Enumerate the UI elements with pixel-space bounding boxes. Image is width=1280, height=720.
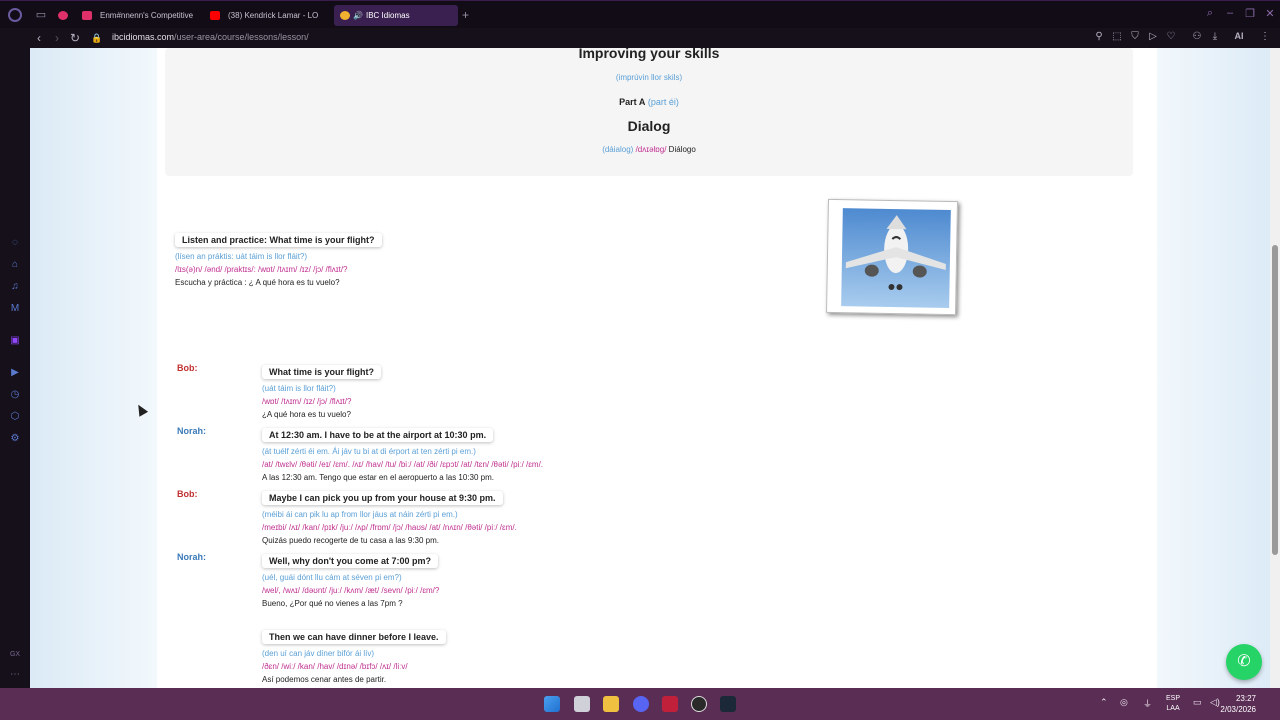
intro-block: Listen and practice: What time is your f…	[175, 230, 382, 291]
lesson-content: Improving your skills (imprúvin llor ski…	[157, 48, 1157, 688]
profile-icon[interactable]: ⚇	[1190, 31, 1204, 42]
gx-logo-icon: GX	[9, 651, 21, 658]
forward-icon[interactable]: ›	[50, 31, 64, 45]
part-label: Part A (part éi)	[619, 97, 679, 107]
microphone-icon[interactable]: ⏚	[1143, 697, 1152, 710]
ai-button[interactable]: AI	[1228, 31, 1250, 41]
player-icon[interactable]: ♫	[8, 280, 22, 294]
snapshot-icon[interactable]: ⬚	[1110, 31, 1124, 42]
dialog-line: What time is your flight? (uát táim is l…	[262, 362, 381, 423]
settings-icon[interactable]: ⚙	[8, 432, 22, 446]
steam-icon[interactable]	[720, 696, 736, 712]
intro-ipa: /lɪs(ə)n/ /ənd/ /praktɪs/: /wɒt/ /tʌɪm/ …	[175, 265, 348, 274]
network-icon[interactable]: ▭	[1193, 697, 1202, 708]
close-icon[interactable]: ✕	[1262, 7, 1278, 20]
ibc-favicon-icon	[340, 11, 350, 20]
speaker-label: Norah:	[177, 426, 206, 436]
video-icon[interactable]: ▶	[8, 366, 22, 380]
airplane-photo	[826, 198, 958, 316]
lesson-title: Improving your skills	[578, 48, 720, 61]
address-bar-row: ‹ › ↻ 🔒 ibcidiomas.com/user-area/course/…	[0, 28, 1280, 48]
lesson-title-pronunciation: (imprúvin llor skils)	[615, 73, 683, 82]
tab-competitive[interactable]: Enm#nnenn's Competitive	[76, 5, 200, 26]
page-scrollbar[interactable]	[1270, 48, 1280, 688]
file-explorer-icon[interactable]	[603, 696, 619, 712]
bookmark-icon[interactable]: ⚲	[1092, 31, 1106, 42]
dialog-audio-phrase[interactable]: Then we can have dinner before I leave.	[262, 630, 446, 644]
heart-icon[interactable]: ♡	[1164, 31, 1178, 42]
speaker-label: Bob:	[177, 489, 198, 499]
speaker-label: Bob:	[177, 363, 198, 373]
opera-gx-taskbar-icon[interactable]	[662, 696, 678, 712]
language-indicator[interactable]: ESP LAA	[1166, 694, 1180, 714]
browser-tab-bar: ▭ Enm#nnenn's Competitive (38) Kendrick …	[0, 0, 1280, 28]
dialog-title-translation: (dáialog) /dʌɪəlɒg/ Diálogo	[602, 145, 696, 154]
task-view-icon[interactable]	[574, 696, 590, 712]
volume-icon[interactable]: ◁)	[1210, 697, 1220, 708]
airplane-icon	[845, 215, 946, 291]
discord-icon[interactable]	[633, 696, 649, 712]
mouse-cursor	[133, 402, 149, 417]
tab-favicon-icon	[82, 11, 92, 20]
gx-corner-icon[interactable]: ⌂	[8, 258, 22, 272]
play-icon[interactable]: ▷	[1146, 31, 1160, 42]
gx-control-icon[interactable]: ◌	[8, 236, 22, 250]
download-icon[interactable]: ⤓	[1208, 31, 1222, 42]
url-field[interactable]: ibcidiomas.com/user-area/course/lessons/…	[112, 32, 309, 42]
scrollbar-thumb[interactable]	[1272, 245, 1278, 555]
history-icon[interactable]: ◷	[8, 388, 22, 402]
restore-icon[interactable]: ❐	[1242, 7, 1258, 20]
youtube-icon	[210, 11, 220, 20]
web-page: Improving your skills (imprúvin llor ski…	[30, 48, 1280, 688]
lock-icon: 🔒	[91, 33, 103, 43]
pinned-tab[interactable]	[52, 5, 74, 26]
opera-gx-logo-icon[interactable]	[8, 8, 22, 22]
windows-start-icon[interactable]	[544, 696, 560, 712]
speaker-icon[interactable]: 🔊	[353, 5, 363, 26]
dialog-audio-phrase[interactable]: What time is your flight?	[262, 365, 381, 379]
intro-audio-phrase[interactable]: Listen and practice: What time is your f…	[175, 233, 382, 247]
browser-sidebar: ◌ ⌂ ♫ M ▣ ▶ ◷ ⬡ ⚙ GX ⋯	[0, 48, 30, 688]
tab-islands-icon[interactable]: ▭	[34, 8, 48, 22]
lesson-header: Improving your skills (imprúvin llor ski…	[165, 48, 1133, 176]
intro-pronunciation: (lísen an práktis: uát táim is llor flái…	[175, 252, 308, 261]
reload-icon[interactable]: ↻	[68, 31, 82, 45]
menu-icon[interactable]: ⋮	[1258, 31, 1272, 42]
tab-youtube[interactable]: (38) Kendrick Lamar - LO	[204, 5, 328, 26]
dialog-line: At 12:30 am. I have to be at the airport…	[262, 428, 544, 482]
dialog-line: Maybe I can pick you up from your house …	[262, 491, 517, 545]
minimize-icon[interactable]: –	[1222, 7, 1238, 19]
back-icon[interactable]: ‹	[32, 31, 46, 45]
dialog-line: Then we can have dinner before I leave. …	[262, 627, 446, 688]
extensions-icon[interactable]: ⬡	[8, 410, 22, 424]
whatsapp-button[interactable]: ✆	[1226, 644, 1262, 680]
github-icon[interactable]	[691, 696, 707, 712]
speaker-label: Norah:	[177, 552, 206, 562]
shield-icon[interactable]: ⛉	[1128, 31, 1142, 42]
dialog-audio-phrase[interactable]: Maybe I can pick you up from your house …	[262, 491, 503, 505]
dialog-title: Dialog	[627, 118, 671, 134]
tab-ibc-idiomas[interactable]: 🔊 IBC Idiomas	[334, 5, 458, 26]
more-icon[interactable]: ⋯	[8, 668, 22, 682]
search-tabs-icon[interactable]: ⌕	[1202, 7, 1218, 20]
twitch-icon[interactable]: ▣	[8, 334, 22, 348]
messenger-icon[interactable]: M	[8, 302, 22, 316]
tray-chevron-icon[interactable]: ⌃	[1100, 697, 1108, 708]
intro-translation: Escucha y práctica : ¿ A qué hora es tu …	[175, 278, 340, 287]
dialog-line: Well, why don't you come at 7:00 pm? (ué…	[262, 554, 440, 608]
windows-taskbar: ⌃ ◎ ⏚ ESP LAA ▭ ◁) 23:27 2/03/2026	[0, 688, 1280, 720]
dialog-audio-phrase[interactable]: At 12:30 am. I have to be at the airport…	[262, 428, 494, 442]
tray-app-icon[interactable]: ◎	[1120, 697, 1128, 708]
dialog-audio-phrase[interactable]: Well, why don't you come at 7:00 pm?	[262, 554, 438, 568]
new-tab-icon[interactable]: +	[462, 9, 469, 21]
system-clock[interactable]: 23:27 2/03/2026	[1220, 693, 1256, 715]
